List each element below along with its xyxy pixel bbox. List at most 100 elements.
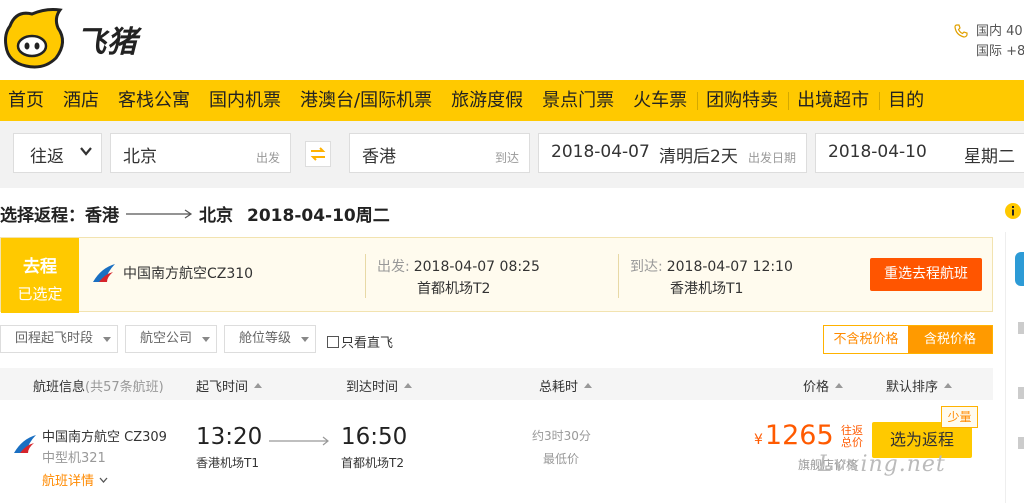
arr-airport: 香港机场T1 (670, 281, 744, 297)
sort-arr-time[interactable]: 到达时间 (346, 376, 413, 395)
price-excl-tax-option[interactable]: 不含税价格 (824, 326, 908, 353)
nav-item-tickets[interactable]: 景点门票 (534, 80, 625, 121)
nav-item-inn[interactable]: 客栈公寓 (110, 80, 201, 121)
return-date-input[interactable]: 2018-04-10 星期二 (815, 133, 1024, 173)
flight-low-price-note: 最低价 (543, 452, 580, 466)
depart-date-input[interactable]: 2018-04-07 清明后2天 出发日期 (538, 133, 807, 173)
price-note: 往返总价 (841, 424, 863, 449)
flight-arr-airport: 首都机场T2 (341, 456, 404, 470)
nav-item-duty-free[interactable]: 出境超市 (789, 80, 881, 121)
nav-item-vacation[interactable]: 旅游度假 (443, 80, 534, 121)
cabin-filter[interactable]: 舱位等级 (224, 325, 316, 353)
hotline-intl: 国际 +8 (976, 44, 1024, 59)
chevron-down-icon (80, 147, 92, 156)
outbound-arrival: 到达: 2018-04-07 12:10 香港机场T1 (630, 256, 793, 300)
sort-arr-time-label: 到达时间 (346, 380, 399, 395)
side-ad-graphic (1015, 252, 1024, 286)
nav-item-hotel[interactable]: 酒店 (55, 80, 110, 121)
depart-date-label: 出发日期 (747, 151, 796, 165)
title-from-city: 香港 (85, 206, 119, 226)
swap-icon (310, 147, 326, 161)
from-city-input[interactable]: 北京 出发 (110, 133, 291, 173)
logo-text: 飞猪 (76, 25, 138, 60)
airline-filter[interactable]: 航空公司 (125, 325, 217, 353)
sort-default[interactable]: 默认排序 (886, 376, 953, 395)
direct-only-checkbox[interactable]: 只看直飞 (327, 332, 393, 351)
sort-price[interactable]: 价格 (803, 376, 844, 395)
phone-icon (954, 24, 968, 38)
nav-item-intl-flights[interactable]: 港澳台/国际机票 (292, 80, 443, 121)
from-city-value: 北京 (123, 147, 157, 167)
dep-airport: 首都机场T2 (417, 281, 491, 297)
flight-detail-label: 航班详情 (42, 474, 95, 489)
sort-up-icon (404, 383, 413, 388)
china-southern-logo-icon (14, 435, 36, 453)
direct-only-label: 只看直飞 (341, 336, 394, 351)
title-prefix: 选择返程： (0, 206, 85, 226)
flight-count: (共57条航班) (85, 380, 164, 395)
nav-item-destination[interactable]: 目的 (880, 80, 935, 121)
arrow-right-icon (126, 209, 193, 218)
chevron-down-icon (99, 477, 108, 483)
flight-airline: 中国南方航空 CZ309 (42, 430, 167, 445)
reselect-outbound-button[interactable]: 重选去程航班 (870, 258, 982, 291)
return-date-value: 2018-04-10 (828, 142, 927, 162)
flight-detail-link[interactable]: 航班详情 (42, 470, 108, 489)
side-ad-mark (1018, 322, 1024, 334)
outbound-tag-status: 已选定 (17, 285, 63, 303)
hotline: 国内 40 国际 +8 (954, 22, 1024, 62)
main-nav: 首页 酒店 客栈公寓 国内机票 港澳台/国际机票 旅游度假 景点门票 火车票 团… (0, 80, 1024, 121)
title-to-city: 北京 (199, 206, 233, 226)
nav-item-home[interactable]: 首页 (0, 80, 55, 121)
to-city-label: 到达 (494, 151, 519, 165)
checkbox-box[interactable] (327, 335, 339, 348)
depart-date-note: 清明后2天 (659, 147, 738, 167)
price-currency: ¥ (754, 432, 763, 448)
sort-dep-time[interactable]: 起飞时间 (196, 376, 263, 395)
arr-time: 2018-04-07 12:10 (666, 259, 793, 275)
info-icon (1005, 203, 1021, 219)
outbound-airline-name: 中国南方航空CZ310 (123, 266, 254, 282)
flight-dep-time: 13:20 (196, 424, 263, 450)
flight-arr-time: 16:50 (341, 424, 408, 450)
nav-item-domestic-flights[interactable]: 国内机票 (201, 80, 292, 121)
flight-aircraft: 中型机321 (42, 451, 106, 466)
col-flight-info: 航班信息 (共57条航班) (33, 376, 164, 395)
sort-price-label: 价格 (803, 380, 830, 395)
outbound-airline: 中国南方航空CZ310 (91, 262, 253, 284)
to-city-input[interactable]: 香港 到达 (349, 133, 530, 173)
site-logo[interactable]: 飞猪 (2, 6, 138, 72)
selected-outbound-card: 去程 已选定 中国南方航空CZ310 出发: 2018-04-07 08:25 首… (0, 237, 993, 313)
arrow-right-icon (269, 436, 329, 446)
return-selection-title: 选择返程： 香港 北京 2018-04-10周二 (0, 201, 390, 226)
pig-logo-icon (4, 8, 64, 69)
caret-down-icon (202, 337, 210, 342)
sort-up-icon (254, 383, 263, 388)
price-incl-tax-option[interactable]: 含税价格 (908, 326, 992, 353)
trip-type-select[interactable]: 往返 (13, 133, 102, 173)
dep-time-filter-label: 回程起飞时段 (15, 331, 94, 346)
col-flight-info-label: 航班信息 (33, 380, 86, 395)
sort-up-icon (944, 383, 953, 388)
sort-duration-label: 总耗时 (539, 380, 579, 395)
nav-item-train[interactable]: 火车票 (625, 80, 699, 121)
caret-down-icon (103, 337, 111, 342)
title-date: 2018-04-10周二 (247, 206, 390, 226)
nav-item-group-deals[interactable]: 团购特卖 (698, 80, 790, 121)
cabin-filter-label: 舱位等级 (239, 331, 292, 346)
flight-dep-airport: 香港机场T1 (196, 456, 259, 470)
side-ad[interactable] (1005, 232, 1024, 503)
trip-type-value: 往返 (30, 147, 64, 167)
to-city-value: 香港 (362, 147, 396, 167)
depart-date-value: 2018-04-07 (551, 142, 650, 162)
side-ad-mark (1018, 387, 1024, 399)
return-weekday: 星期二 (964, 147, 1015, 167)
sort-duration[interactable]: 总耗时 (539, 376, 593, 395)
watermark: Lvxing.net (818, 452, 946, 477)
swap-cities-button[interactable] (305, 141, 331, 167)
sort-default-label: 默认排序 (886, 380, 939, 395)
price-amount: 1265 (764, 420, 834, 451)
filter-bar: 回程起飞时段 航空公司 舱位等级 只看直飞 不含税价格 含税价格 (0, 323, 1000, 355)
flight-duration: 约3时30分 (532, 429, 591, 443)
dep-time-filter[interactable]: 回程起飞时段 (0, 325, 118, 353)
